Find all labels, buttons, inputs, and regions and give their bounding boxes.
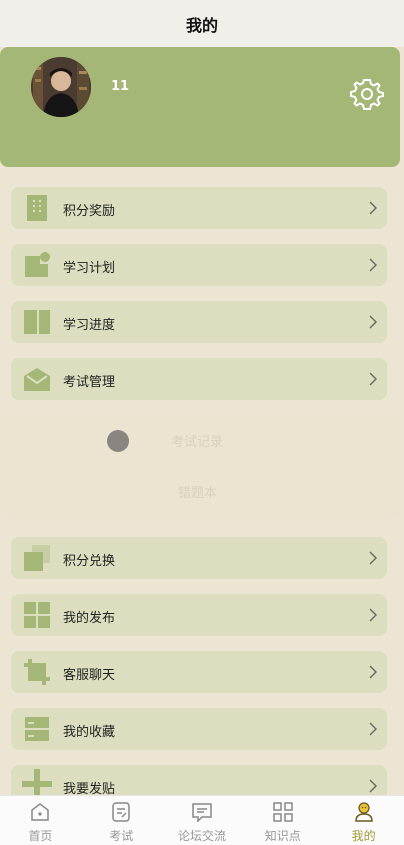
menu-item-exam-management[interactable]: 考试管理 — [11, 358, 387, 400]
menu-item-label: 积分兑换 — [63, 554, 116, 569]
wrong-question-book-link[interactable]: 错题本 — [178, 482, 217, 501]
chevron-right-icon — [369, 722, 377, 736]
avatar[interactable] — [31, 57, 91, 117]
chevron-right-icon — [369, 372, 377, 386]
grid-icon — [24, 602, 50, 628]
menu-item-points-exchange[interactable]: 积分兑换 — [11, 537, 387, 579]
chevron-right-icon — [369, 201, 377, 215]
menu-item-study-progress[interactable]: 学习进度 — [11, 301, 387, 343]
menu-item-label: 客服聊天 — [63, 668, 116, 683]
tab-home[interactable]: 首页 — [0, 796, 81, 845]
chevron-right-icon — [369, 551, 377, 565]
drawer-icon — [25, 717, 49, 741]
calendar-note-icon — [25, 252, 50, 277]
tab-label: 考试 — [109, 829, 134, 843]
tab-bar: 首页 考试 论坛交流 知识点 我的 — [0, 795, 404, 845]
menu-item-label: 我的收藏 — [63, 725, 116, 740]
exam-icon — [112, 802, 130, 822]
menu-item-label: 学习进度 — [63, 318, 116, 333]
user-icon — [354, 802, 373, 822]
tab-label: 首页 — [28, 829, 53, 843]
chevron-right-icon — [369, 315, 377, 329]
chevron-right-icon — [369, 665, 377, 679]
envelope-icon — [24, 368, 50, 391]
menu-item-label: 学习计划 — [63, 261, 116, 276]
gear-icon[interactable] — [350, 77, 384, 111]
tab-exam[interactable]: 考试 — [81, 796, 162, 845]
menu-item-customer-service[interactable]: 客服聊天 — [11, 651, 387, 693]
menu-item-label: 积分奖励 — [63, 204, 116, 219]
chevron-right-icon — [369, 608, 377, 622]
menu-item-label: 我的发布 — [63, 611, 116, 626]
tab-label: 知识点 — [264, 829, 301, 843]
home-icon — [31, 803, 50, 821]
chevron-right-icon — [369, 779, 377, 793]
tab-knowledge[interactable]: 知识点 — [242, 796, 323, 845]
exam-record-link[interactable]: 考试记录 — [171, 431, 223, 450]
book-icon — [24, 310, 50, 334]
copy-icon — [24, 545, 50, 571]
loading-spinner — [107, 430, 129, 452]
menu-item-points-reward[interactable]: 积分奖励 — [11, 187, 387, 229]
chevron-right-icon — [369, 258, 377, 272]
building-icon — [27, 195, 47, 221]
username: 11 — [111, 79, 130, 94]
profile-card: 11 — [0, 47, 400, 167]
chat-icon — [192, 803, 212, 822]
menu-item-my-favorites[interactable]: 我的收藏 — [11, 708, 387, 750]
exam-submenu: 考试记录 错题本 — [0, 415, 400, 519]
tab-mine[interactable]: 我的 — [323, 796, 404, 845]
tab-label: 我的 — [351, 829, 376, 843]
page-title: 我的 — [185, 15, 218, 35]
menu-item-my-posts[interactable]: 我的发布 — [11, 594, 387, 636]
grid-icon — [273, 802, 293, 822]
crop-icon — [24, 659, 50, 685]
menu-item-study-plan[interactable]: 学习计划 — [11, 244, 387, 286]
tab-label: 论坛交流 — [177, 829, 226, 843]
navbar: 我的 — [0, 0, 404, 47]
menu-item-label: 考试管理 — [63, 375, 116, 390]
tab-forum[interactable]: 论坛交流 — [162, 796, 243, 845]
